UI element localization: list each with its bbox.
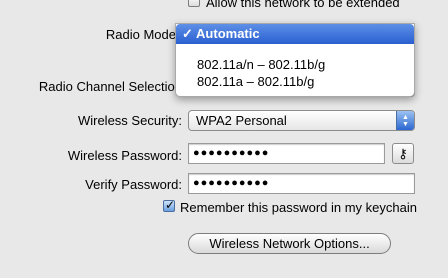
radio-mode-option[interactable]: 802.11a/n – 802.11b/g — [176, 56, 414, 73]
radio-mode-selected-label: Automatic — [196, 26, 260, 41]
wireless-settings-panel: { "extend_network": { "label": "Allow th… — [0, 0, 448, 278]
radio-mode-option-automatic[interactable]: ✓ Automatic — [176, 24, 414, 44]
wireless-password-field[interactable]: ●●●●●●●●●● — [188, 143, 385, 164]
wireless-network-options-button[interactable]: Wireless Network Options... — [188, 233, 391, 254]
radio-channel-label: Radio Channel Selection — [38, 79, 182, 94]
radio-mode-menu: ✓ Automatic 802.11a/n – 802.11b/g 802.11… — [175, 23, 415, 97]
updown-arrows-icon: ▲▼ — [396, 111, 414, 130]
wireless-security-value: WPA2 Personal — [196, 113, 287, 128]
checkmark-icon: ✓ — [165, 198, 176, 212]
wireless-security-popup[interactable]: WPA2 Personal ▲ ▼ — [188, 110, 415, 131]
key-icon[interactable]: ⚷ — [392, 143, 414, 164]
radio-mode-label: Radio Mode — [105, 27, 176, 42]
radio-mode-option[interactable]: 802.11a – 802.11b/g — [176, 73, 414, 90]
checkmark-icon: ✓ — [182, 26, 193, 41]
wireless-password-label: Wireless Password: — [67, 148, 182, 163]
extend-network-label: Allow this network to be extended — [206, 0, 400, 10]
extend-network-checkbox[interactable] — [188, 0, 200, 7]
wireless-security-label: Wireless Security: — [77, 113, 182, 128]
remember-password-label: Remember this password in my keychain — [180, 200, 417, 215]
verify-password-label: Verify Password: — [85, 177, 182, 192]
verify-password-field[interactable]: ●●●●●●●●●● — [188, 173, 415, 194]
remember-password-checkbox[interactable]: ✓ — [163, 198, 176, 212]
